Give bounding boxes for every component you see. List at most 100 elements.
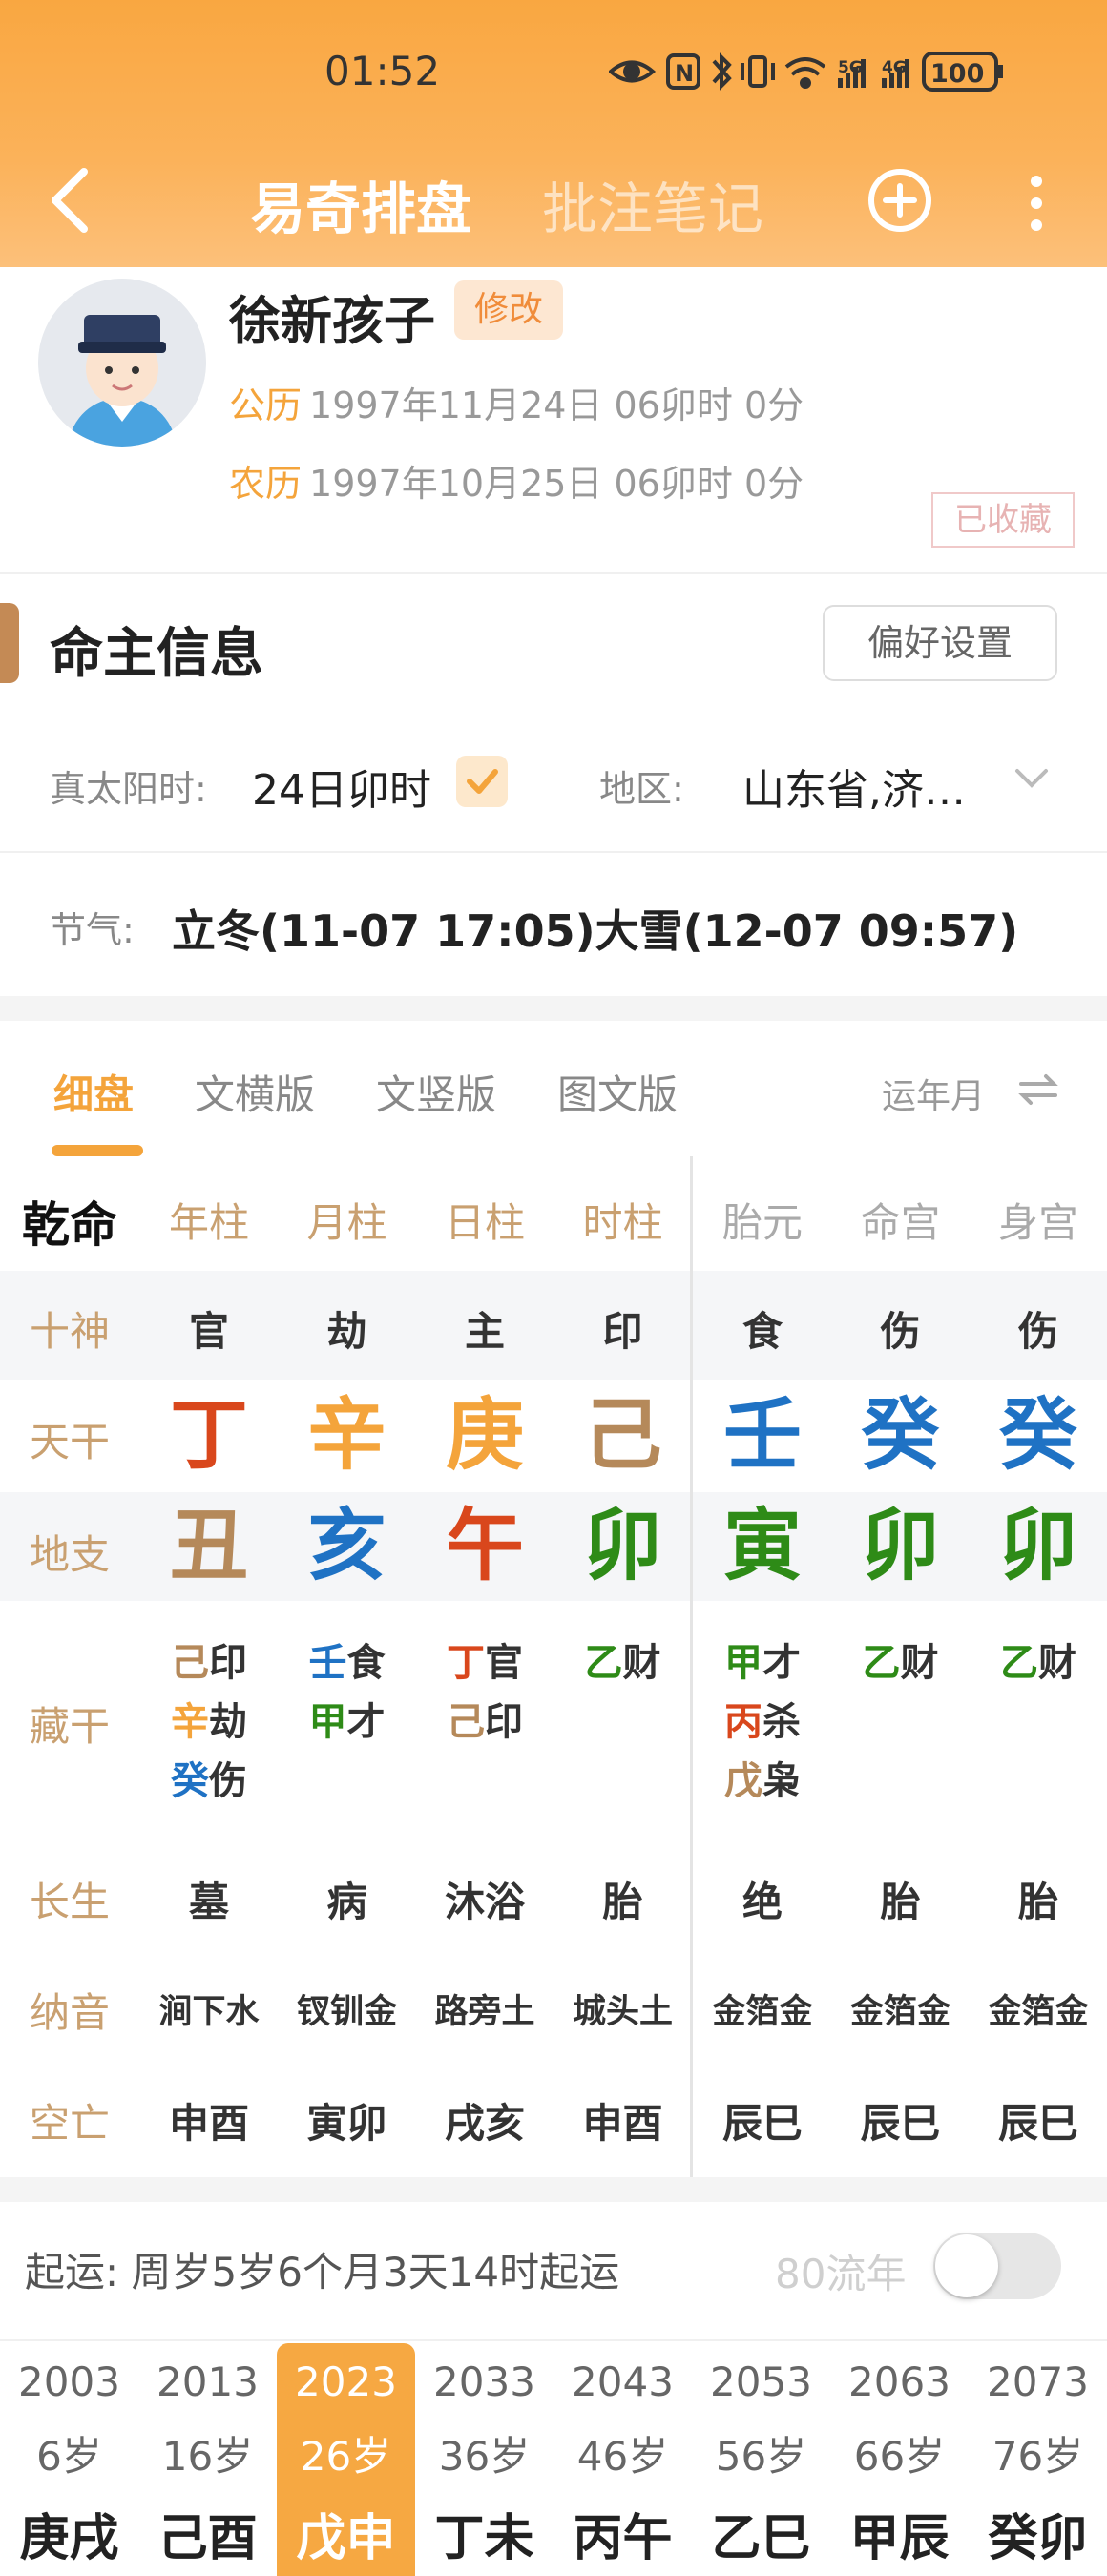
region-value[interactable]: 山东省,济… — [742, 756, 966, 817]
dayun-item[interactable]: 2033 36岁 丁未 — [415, 2343, 554, 2576]
tiangan-cell[interactable]: 己 — [554, 1383, 693, 1488]
kongwang-cell: 辰巳 — [721, 2100, 803, 2147]
dayun-ganzhi: 己酉 — [157, 2510, 258, 2567]
kongwang-cell: 辰巳 — [997, 2100, 1078, 2147]
yunnian-toggle-label[interactable]: 运年月 — [882, 1069, 985, 1118]
dizhi-cell[interactable]: 寅 — [693, 1494, 832, 1599]
wifi-icon — [784, 57, 826, 89]
canggan-stem: 丁 — [447, 1641, 485, 1685]
dayun-ganzhi: 甲辰 — [849, 2510, 950, 2567]
dayun-item[interactable]: 2023 26岁 戊申 — [277, 2343, 415, 2576]
dayun-item[interactable]: 2073 76岁 癸卯 — [969, 2343, 1107, 2576]
chevron-down-icon[interactable] — [1012, 761, 1052, 796]
dizhi-cell[interactable]: 卯 — [831, 1494, 971, 1599]
row-label-changsheng: 长生 — [29, 1879, 110, 1925]
eye-icon — [609, 60, 657, 83]
solar-time-checkbox[interactable] — [456, 756, 508, 807]
canggan-item: 丁官 — [415, 1633, 554, 1693]
dizhi-cell[interactable]: 午 — [415, 1494, 554, 1599]
dizhi-cell[interactable]: 亥 — [278, 1494, 417, 1599]
canggan-shishen: 劫 — [209, 1700, 247, 1744]
dayun-item[interactable]: 2043 46岁 丙午 — [554, 2343, 692, 2576]
canggan-shishen: 才 — [346, 1700, 386, 1744]
nayin-cell: 钗钏金 — [296, 1993, 397, 2031]
canggan-stem: 乙 — [1000, 1641, 1038, 1685]
divider — [0, 2339, 1107, 2341]
kongwang-cell: 辰巳 — [860, 2100, 941, 2147]
canggan-item: 甲才 — [693, 1633, 832, 1693]
tab-text-vertical[interactable]: 文竖版 — [376, 1063, 496, 1121]
column-header: 胎元 — [721, 1199, 803, 1246]
tiangan-cell[interactable]: 癸 — [831, 1383, 971, 1488]
dizhi-cell[interactable]: 卯 — [554, 1494, 693, 1599]
dizhi-cell[interactable]: 卯 — [969, 1494, 1107, 1599]
column-header: 月柱 — [306, 1199, 387, 1246]
tiangan-cell[interactable]: 丁 — [139, 1383, 279, 1488]
add-button[interactable] — [867, 167, 933, 234]
canggan-item: 甲才 — [278, 1693, 417, 1752]
canggan-stem: 乙 — [584, 1641, 623, 1685]
qiyun-value: 周岁5岁6个月3天14时起运 — [131, 2249, 620, 2296]
nayin-cell: 金箔金 — [849, 1993, 950, 2031]
status-time: 01:52 — [324, 48, 441, 94]
canggan-shishen: 伤 — [209, 1759, 247, 1803]
app-header: 01:52 N 5G 4G 100 易奇排盘 批注笔记 — [0, 0, 1107, 267]
preference-settings-button[interactable]: 偏好设置 — [823, 605, 1057, 681]
dayun-item[interactable]: 2003 6岁 庚戌 — [0, 2343, 138, 2576]
kongwang-cell: 戌亥 — [444, 2100, 525, 2147]
dayun-ganzhi: 戊申 — [296, 2510, 396, 2567]
tiangan-cell[interactable]: 辛 — [278, 1383, 417, 1488]
swap-icon[interactable] — [1015, 1070, 1061, 1109]
solar-time-label: 真太阳时: — [50, 768, 207, 810]
canggan-shishen: 食 — [346, 1641, 386, 1685]
tiangan-cell[interactable]: 庚 — [415, 1383, 554, 1488]
row-label-kongwang: 空亡 — [29, 2100, 110, 2147]
saved-stamp[interactable]: 已收藏 — [931, 492, 1075, 548]
canggan-stem: 甲 — [308, 1700, 347, 1744]
tiangan-cell[interactable]: 癸 — [969, 1383, 1107, 1488]
bluetooth-icon — [712, 52, 732, 91]
shishen-cell: 官 — [188, 1308, 229, 1355]
row-label-shishen: 十神 — [29, 1308, 110, 1355]
tab-yiqi-paipan[interactable]: 易奇排盘 — [250, 164, 471, 244]
dizhi-cell[interactable]: 丑 — [139, 1494, 279, 1599]
check-icon — [467, 769, 498, 794]
column-header: 命宫 — [860, 1199, 941, 1246]
canggan-stem: 甲 — [724, 1641, 762, 1685]
canggan-shishen: 枭 — [762, 1759, 801, 1803]
changsheng-cell: 绝 — [741, 1879, 783, 1925]
lunar-date-value: 1997年10月25日 06卯时 0分 — [309, 463, 804, 505]
edit-button[interactable]: 修改 — [454, 280, 563, 340]
tab-detail[interactable]: 细盘 — [53, 1063, 134, 1121]
profile-name: 徐新孩子 — [229, 291, 435, 351]
solar-date-value: 1997年11月24日 06卯时 0分 — [309, 384, 804, 426]
changsheng-cell: 病 — [326, 1879, 367, 1925]
canggan-stem: 丙 — [724, 1700, 762, 1744]
liunian-toggle[interactable] — [933, 2233, 1061, 2299]
toggle-knob — [935, 2234, 998, 2297]
changsheng-cell: 沐浴 — [444, 1879, 525, 1925]
canggan-item: 癸伤 — [139, 1752, 279, 1811]
shishen-cell: 食 — [741, 1308, 783, 1355]
canggan-cell: 乙财 — [554, 1633, 693, 1693]
solar-time-value[interactable]: 24日卯时 — [252, 756, 431, 817]
dayun-item[interactable]: 2053 56岁 乙巳 — [692, 2343, 830, 2576]
kongwang-cell: 寅卯 — [306, 2100, 387, 2147]
solar-date-label: 公历 — [229, 384, 303, 426]
tab-text-horizontal[interactable]: 文横版 — [195, 1063, 315, 1121]
avatar[interactable] — [38, 279, 206, 447]
dayun-item[interactable]: 2013 16岁 己酉 — [138, 2343, 277, 2576]
dayun-item[interactable]: 2063 66岁 甲辰 — [830, 2343, 969, 2576]
dayun-age: 6岁 — [36, 2433, 102, 2480]
back-button[interactable] — [38, 162, 105, 239]
section-accent-bar — [0, 603, 19, 683]
changsheng-cell: 胎 — [602, 1879, 643, 1925]
tab-annotation-notes[interactable]: 批注笔记 — [542, 164, 763, 244]
tiangan-cell[interactable]: 壬 — [693, 1383, 832, 1488]
canggan-item: 戊枭 — [693, 1752, 832, 1811]
section-gap — [0, 996, 1107, 1021]
dayun-year: 2073 — [987, 2358, 1089, 2405]
more-menu-icon[interactable] — [1019, 170, 1054, 237]
divider — [0, 572, 1107, 574]
tab-image-text[interactable]: 图文版 — [557, 1063, 678, 1121]
